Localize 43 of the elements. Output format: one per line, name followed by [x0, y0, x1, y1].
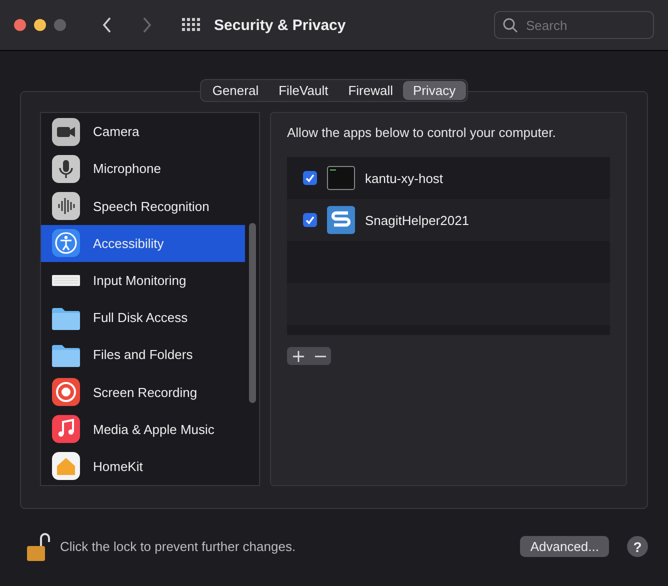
tab[interactable]: General [202, 81, 269, 100]
back-icon[interactable] [102, 17, 112, 33]
window-title: Security & Privacy [214, 16, 346, 34]
search-icon [503, 18, 518, 32]
camera-icon [51, 116, 81, 147]
lock-hint-text: Click the lock to prevent further changes. [60, 539, 296, 554]
sidebar-item[interactable]: Speech Recognition [41, 187, 245, 225]
tab[interactable]: Privacy [403, 81, 466, 100]
tab[interactable]: Firewall [338, 81, 404, 100]
waveform-icon [51, 191, 81, 221]
help-button[interactable]: ? [627, 536, 648, 557]
unlocked-padlock-icon[interactable] [26, 532, 50, 562]
grid-icon[interactable] [182, 18, 200, 32]
search-input[interactable]: Search [524, 16, 638, 34]
close-button[interactable] [14, 19, 26, 31]
music-note-icon [51, 414, 81, 444]
sidebar-item[interactable]: Microphone [41, 150, 245, 188]
sidebar-item[interactable]: Full Disk Access [41, 299, 245, 336]
app-name: kantu-xy-host [365, 170, 444, 186]
sidebar-item[interactable]: Media & Apple Music [41, 410, 245, 448]
minimize-button[interactable] [34, 19, 46, 31]
app-name: SnagitHelper2021 [365, 212, 470, 228]
checkbox[interactable] [303, 171, 317, 185]
terminal-icon [327, 166, 355, 190]
advanced-button[interactable]: Advanced... [520, 536, 609, 557]
sidebar-item[interactable]: Camera [41, 113, 245, 150]
checkbox[interactable] [303, 213, 317, 227]
description-text: Allow the apps below to control your computer. [287, 125, 557, 140]
sidebar-item[interactable]: Files and Folders [41, 336, 245, 374]
sidebar-item[interactable]: Screen Recording [41, 373, 245, 411]
sidebar-item[interactable]: HomeKit [41, 448, 245, 486]
search-field[interactable]: Search [494, 11, 654, 39]
sidebar-item[interactable]: Accessibility [41, 224, 245, 262]
accessibility-icon [51, 228, 81, 258]
record-icon [51, 377, 81, 408]
tab[interactable]: FileVault [268, 81, 338, 100]
sidebar-item[interactable]: Input Monitoring [41, 262, 245, 300]
plus-icon [292, 350, 304, 362]
microphone-icon [51, 154, 81, 184]
s-logo-icon [327, 206, 355, 234]
scrollbar-thumb[interactable] [248, 223, 256, 403]
house-icon [51, 451, 81, 482]
forward-icon[interactable] [142, 17, 152, 33]
